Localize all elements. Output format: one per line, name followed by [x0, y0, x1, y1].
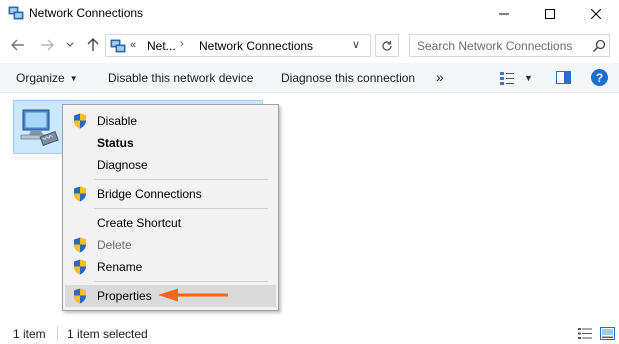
uac-shield-icon: [74, 288, 86, 304]
item-count: 1 item: [13, 327, 46, 341]
more-commands-button[interactable]: »: [436, 69, 444, 85]
title-bar: Network Connections: [0, 0, 619, 28]
caret-down-icon: ▼: [69, 74, 78, 83]
menu-item-label: Properties: [97, 289, 152, 303]
recent-locations-button[interactable]: [63, 36, 77, 54]
forward-arrow-icon: [41, 39, 54, 51]
up-arrow-icon: [87, 38, 99, 51]
address-bar[interactable]: « Net... › Network Connections ∨: [105, 34, 371, 57]
breadcrumb-network[interactable]: Net...: [147, 39, 176, 53]
search-box[interactable]: [409, 34, 610, 57]
close-button[interactable]: [573, 0, 619, 28]
forward-button[interactable]: [38, 36, 56, 54]
organize-label: Organize: [16, 71, 65, 85]
back-button[interactable]: [9, 36, 27, 54]
view-options-icon[interactable]: [499, 70, 515, 86]
disable-device-button[interactable]: Disable this network device: [108, 71, 253, 85]
status-bar: 1 item 1 item selected: [0, 322, 619, 344]
close-icon: [591, 9, 601, 19]
menu-item-delete[interactable]: Delete: [65, 234, 276, 256]
menu-item-label: Disable: [97, 114, 138, 128]
menu-item-rename[interactable]: Rename: [65, 256, 276, 278]
uac-shield-icon: [74, 186, 86, 202]
menu-separator: [94, 208, 268, 209]
menu-item-disable[interactable]: Disable: [65, 110, 276, 132]
menu-item-create-shortcut[interactable]: Create Shortcut: [65, 212, 276, 234]
menu-item-label: Diagnose: [97, 158, 148, 172]
details-view-icon[interactable]: [578, 328, 592, 339]
search-icon[interactable]: [592, 39, 606, 53]
menu-item-status[interactable]: Status: [65, 132, 276, 154]
maximize-icon: [545, 9, 555, 19]
menu-item-label: Create Shortcut: [97, 216, 182, 230]
menu-item-bridge-connections[interactable]: Bridge Connections: [65, 183, 276, 205]
network-connections-icon: [8, 6, 24, 20]
back-arrow-icon: [11, 39, 24, 51]
organize-button[interactable]: Organize ▼: [16, 71, 78, 85]
menu-separator: [94, 281, 268, 282]
annotation-arrow-icon: [158, 288, 228, 302]
context-menu: Disable Status Diagnose Bridge Connectio…: [62, 104, 279, 311]
menu-item-label: Rename: [97, 260, 143, 274]
network-connections-icon: [110, 39, 126, 53]
search-input[interactable]: [410, 35, 590, 56]
chevron-down-icon: [66, 42, 74, 47]
network-adapter-icon: [20, 109, 59, 146]
menu-item-label: Bridge Connections: [97, 187, 202, 201]
breadcrumb-network-connections[interactable]: Network Connections: [199, 39, 313, 53]
breadcrumb-separator-icon[interactable]: ›: [180, 38, 184, 50]
uac-shield-icon: [74, 113, 86, 129]
preview-pane-icon[interactable]: [556, 71, 571, 84]
refresh-button[interactable]: [375, 34, 399, 57]
minimize-button[interactable]: [481, 0, 527, 28]
status-divider: [57, 326, 58, 340]
menu-item-diagnose[interactable]: Diagnose: [65, 154, 276, 176]
up-button[interactable]: [84, 36, 102, 54]
uac-shield-icon: [74, 259, 86, 275]
minimize-icon: [499, 13, 509, 15]
refresh-icon: [382, 40, 392, 51]
menu-separator: [94, 179, 268, 180]
navigation-bar: « Net... › Network Connections ∨: [0, 30, 619, 62]
address-dropdown-chevron-icon[interactable]: ∨: [352, 38, 360, 51]
maximize-button[interactable]: [527, 0, 573, 28]
menu-item-label: Status: [97, 136, 134, 150]
help-icon[interactable]: ?: [591, 69, 608, 86]
breadcrumb-overflow[interactable]: «: [130, 39, 136, 51]
menu-item-label: Delete: [97, 238, 132, 252]
view-options-chevron-icon[interactable]: ▼: [524, 73, 533, 83]
diagnose-connection-button[interactable]: Diagnose this connection: [281, 71, 415, 85]
selected-count: 1 item selected: [67, 327, 148, 341]
uac-shield-icon: [74, 237, 86, 253]
command-bar: Organize ▼ Disable this network device Di…: [0, 63, 619, 93]
large-icons-view-icon[interactable]: [600, 327, 615, 340]
window-title: Network Connections: [29, 6, 144, 20]
